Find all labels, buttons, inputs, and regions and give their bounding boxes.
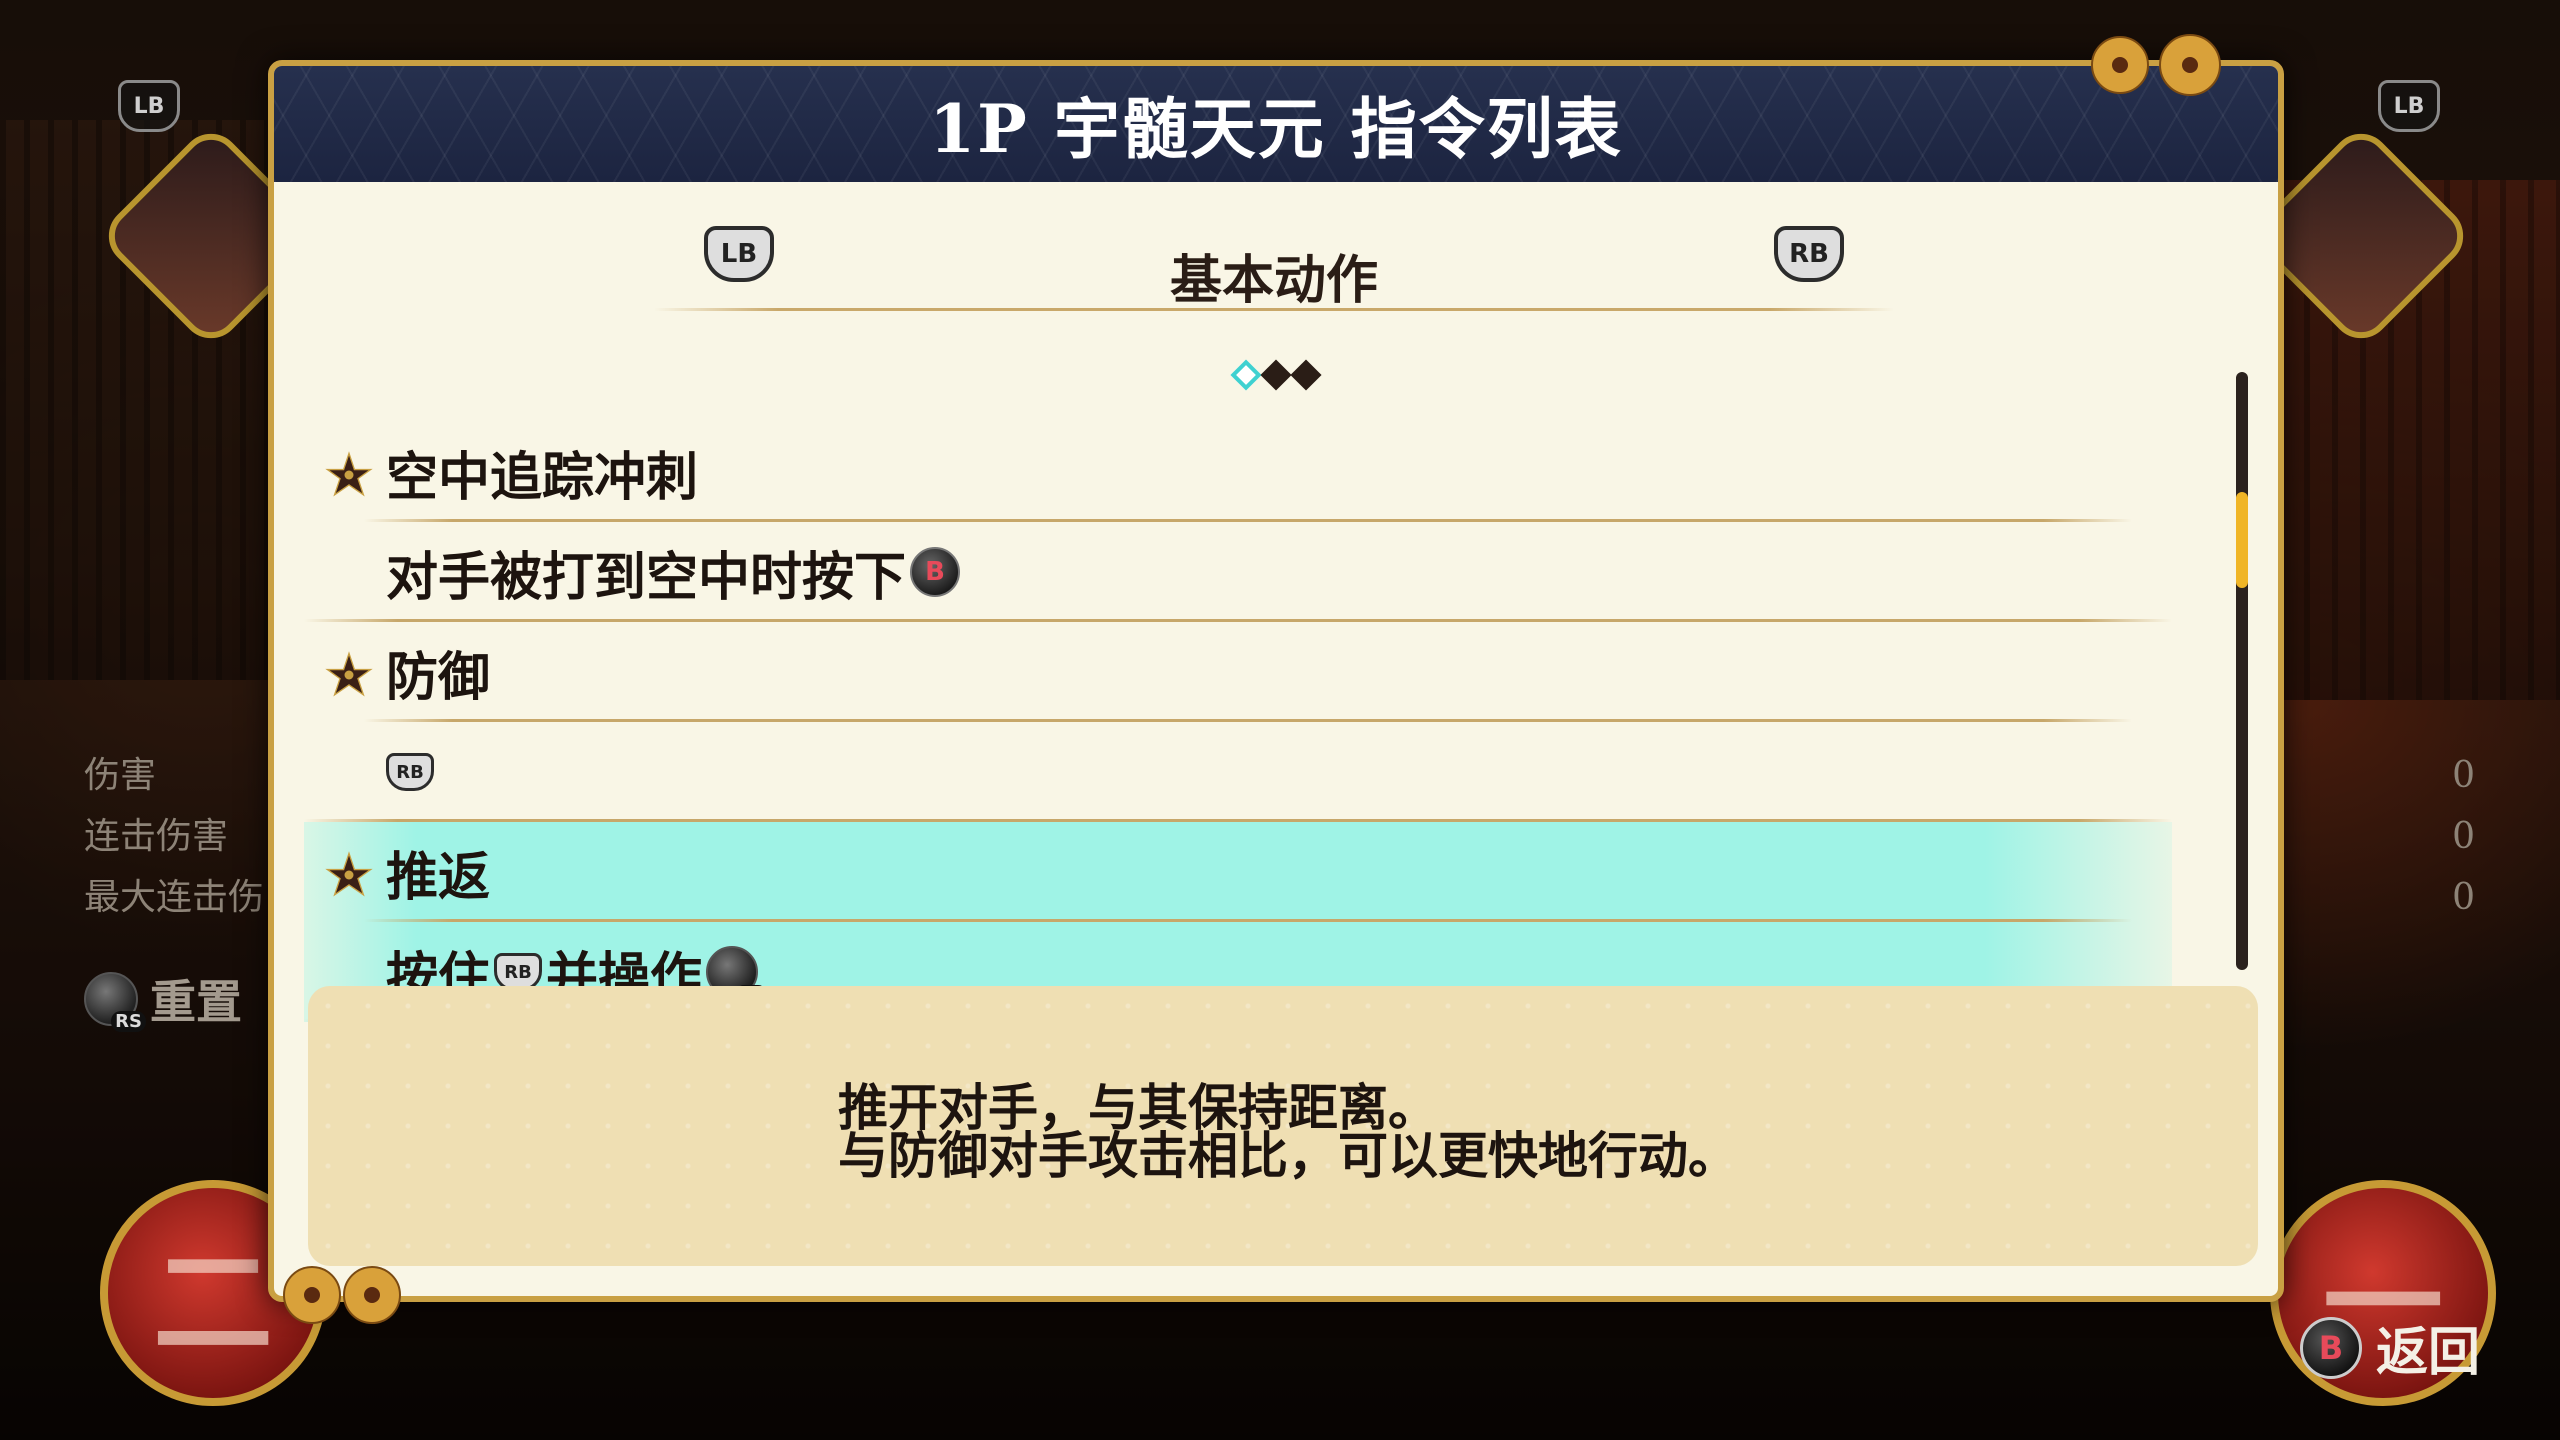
max-combo-damage-label: 最大连击伤: [84, 877, 265, 918]
rb-button-icon: RB: [386, 753, 434, 791]
description-text: 推开对手，与其保持距离。 与防御对手攻击相比，可以更快地行动。: [838, 1078, 1738, 1185]
category-tabs: LB 基本动作 RB: [654, 216, 1894, 320]
command-name: 防御: [386, 646, 491, 708]
flower-bullet-icon: [325, 451, 373, 497]
rb-button-icon[interactable]: RB: [1774, 226, 1844, 282]
command-input: RB: [386, 753, 434, 791]
training-stats-values: 0 0 0: [2452, 745, 2475, 928]
lb-button-icon: LB: [118, 80, 180, 132]
reset-label: 重置: [150, 975, 242, 1029]
command-name: 空中追踪冲刺: [386, 446, 699, 508]
command-input: 对手被打到空中时按下 B: [386, 535, 961, 610]
page-dot: [1290, 359, 1322, 391]
command-list-panel: 1P 宇髄天元 指令列表 LB 基本动作 RB 空中追踪冲刺 对手被打到空中时按…: [268, 60, 2284, 1302]
command-name: 推返: [386, 846, 491, 908]
back-label: 返回: [2375, 1322, 2480, 1383]
command-item-guard[interactable]: 防御: [304, 622, 2172, 722]
gold-flower-ornament-icon: [2091, 34, 2221, 96]
panel-title: 1P 宇髄天元 指令列表: [929, 90, 1623, 168]
b-button-icon: B: [2299, 1316, 2362, 1379]
page-indicator: [274, 359, 2278, 391]
command-input-row: 对手被打到空中时按下 B: [304, 522, 2172, 622]
gold-flower-ornament-icon: [283, 1266, 401, 1324]
right-stick-icon: RS: [84, 972, 146, 1032]
command-item-aerial-dash[interactable]: 空中追踪冲刺: [304, 422, 2172, 522]
command-input-text: 对手被打到空中时按下: [386, 546, 907, 608]
page-dot: [1260, 359, 1292, 391]
reset-hint[interactable]: RS 重置: [84, 966, 242, 1032]
description-line: 与防御对手攻击相比，可以更快地行动。: [838, 1126, 1738, 1185]
command-input-row: RB: [304, 722, 2172, 822]
flower-bullet-icon: [325, 651, 373, 697]
damage-value: 0: [2452, 755, 2475, 796]
category-label: 基本动作: [1169, 250, 1378, 311]
b-button-icon: B: [910, 547, 961, 597]
scrollbar-thumb[interactable]: [2236, 492, 2248, 588]
training-stats-labels: 伤害 连击伤害 最大连击伤: [84, 745, 264, 928]
tabs-divider: [654, 308, 1894, 311]
right-stick-label: RS: [111, 1011, 146, 1032]
command-item-pushback[interactable]: 推返: [304, 822, 2172, 922]
page-dot-active: [1230, 359, 1262, 391]
panel-header: 1P 宇髄天元 指令列表: [274, 66, 2278, 182]
max-combo-damage-value: 0: [2452, 877, 2475, 918]
damage-label: 伤害: [84, 755, 157, 796]
flower-bullet-icon: [325, 851, 373, 897]
combo-damage-label: 连击伤害: [84, 816, 229, 857]
command-list: 空中追踪冲刺 对手被打到空中时按下 B 防御 RB 推返 按住 RB 并操作: [304, 422, 2172, 1022]
description-box: 推开对手，与其保持距离。 与防御对手攻击相比，可以更快地行动。: [308, 986, 2258, 1266]
back-button[interactable]: B 返回: [2299, 1310, 2480, 1385]
lb-button-icon: LB: [2378, 80, 2440, 132]
description-line: 推开对手，与其保持距离。: [838, 1078, 1438, 1137]
scrollbar[interactable]: [2236, 372, 2248, 970]
combo-damage-value: 0: [2452, 816, 2475, 857]
